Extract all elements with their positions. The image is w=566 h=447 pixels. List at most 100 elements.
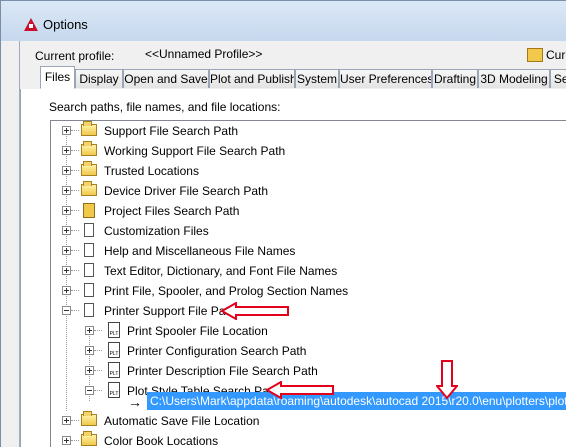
plot-icon: PLT xyxy=(108,342,120,358)
expand-icon[interactable] xyxy=(85,326,94,335)
current-profile-button-label[interactable]: Curr xyxy=(546,48,566,62)
tree-item-label: Customization Files xyxy=(104,224,209,238)
expand-icon[interactable] xyxy=(62,126,71,135)
folder-icon xyxy=(81,411,97,426)
tree-item-label: Color Book Locations xyxy=(104,434,219,447)
expand-icon[interactable] xyxy=(85,346,94,355)
window-title: Options xyxy=(43,17,88,32)
red-arrow-left-icon xyxy=(265,381,334,399)
tree-item-print-spooler-file-location[interactable]: PLT Print Spooler File Location xyxy=(51,321,566,341)
document-icon xyxy=(84,283,94,297)
folder-icon xyxy=(81,121,97,136)
tree-item-label: Trusted Locations xyxy=(104,164,199,178)
tree-connector xyxy=(94,330,102,332)
tree-connector xyxy=(71,130,79,132)
tab-strip: Files Display Open and Save Plot and Pub… xyxy=(20,66,566,90)
tab-user-preferences[interactable]: User Preferences xyxy=(339,69,432,88)
tree-item-label: Automatic Save File Location xyxy=(104,414,260,428)
current-profile-value: <<Unnamed Profile>> xyxy=(145,47,263,61)
tree-item-support-file-search-path[interactable]: Support File Search Path xyxy=(51,121,566,141)
expand-icon[interactable] xyxy=(62,146,71,155)
expand-icon[interactable] xyxy=(62,246,71,255)
expand-icon[interactable] xyxy=(62,166,71,175)
tree-connector xyxy=(71,310,79,312)
tree-item-printer-description-file-search-path[interactable]: PLT Printer Description File Search Path xyxy=(51,361,566,381)
plot-icon: PLT xyxy=(108,322,120,338)
document-icon xyxy=(84,223,94,237)
document-icon xyxy=(84,303,94,317)
expand-icon[interactable] xyxy=(62,416,71,425)
tree-item-printer-configuration-search-path[interactable]: PLT Printer Configuration Search Path xyxy=(51,341,566,361)
tree-item-working-support-file-search-path[interactable]: Working Support File Search Path xyxy=(51,141,566,161)
tree-connector xyxy=(71,250,79,252)
tree-item-label: Device Driver File Search Path xyxy=(104,184,269,198)
tree-item-automatic-save-file-location[interactable]: Automatic Save File Location xyxy=(51,411,566,431)
search-paths-label: Search paths, file names, and file locat… xyxy=(49,100,281,114)
tree-connector xyxy=(94,370,102,372)
tree-item-trusted-locations[interactable]: Trusted Locations xyxy=(51,161,566,181)
title-bar[interactable]: Options xyxy=(1,1,566,41)
tree-item-color-book-locations[interactable]: Color Book Locations xyxy=(51,431,566,447)
tree-item-label: Printer Configuration Search Path xyxy=(127,344,307,358)
arrow-icon: → xyxy=(128,394,142,410)
tree-item-help-and-miscellaneous-file-names[interactable]: Help and Miscellaneous File Names xyxy=(51,241,566,261)
tree-item-label: Printer Support File Path xyxy=(104,304,236,318)
tree-item-customization-files[interactable]: Customization Files xyxy=(51,221,566,241)
tree-connector xyxy=(71,170,79,172)
tree-item-label: Text Editor, Dictionary, and Font File N… xyxy=(104,264,338,278)
tree-item-label: Print Spooler File Location xyxy=(127,324,268,338)
tab-selection[interactable]: Sel xyxy=(550,69,566,88)
tree-item-label: Working Support File Search Path xyxy=(104,144,286,158)
expand-icon[interactable] xyxy=(85,366,94,375)
plot-icon: PLT xyxy=(108,382,120,398)
tree-item-label: Support File Search Path xyxy=(104,124,239,138)
folder-icon xyxy=(81,431,97,446)
folder-icon xyxy=(81,141,97,156)
expand-icon[interactable] xyxy=(62,286,71,295)
tree-item-printer-support-file-path[interactable]: Printer Support File Path xyxy=(51,301,566,321)
selected-path-value: C:\Users\Mark\appdata\roaming\autodesk\a… xyxy=(150,394,566,408)
tab-files[interactable]: Files xyxy=(40,66,75,89)
expand-icon[interactable] xyxy=(62,436,71,445)
autocad-icon xyxy=(24,18,38,31)
expand-icon[interactable] xyxy=(62,226,71,235)
tree-item-text-editor-dictionary-font-file-names[interactable]: Text Editor, Dictionary, and Font File N… xyxy=(51,261,566,281)
folder-icon xyxy=(81,161,97,176)
plot-icon: PLT xyxy=(108,362,120,378)
tree-connector xyxy=(71,270,79,272)
tree-connector xyxy=(71,290,79,292)
tree-connector xyxy=(71,420,79,422)
document-icon xyxy=(84,243,94,257)
tree-connector xyxy=(94,350,102,352)
tree-item-label: Printer Description File Search Path xyxy=(127,364,318,378)
expand-icon[interactable] xyxy=(62,266,71,275)
expand-icon[interactable] xyxy=(62,206,71,215)
tab-open-and-save[interactable]: Open and Save xyxy=(123,69,209,88)
red-arrow-left-icon xyxy=(220,302,289,320)
expand-icon[interactable] xyxy=(62,186,71,195)
red-arrow-down-icon xyxy=(436,360,458,400)
tree-connector xyxy=(94,390,102,392)
tree-connector xyxy=(71,190,79,192)
tab-plot-and-publish[interactable]: Plot and Publish xyxy=(209,69,295,88)
tree-connector xyxy=(71,210,79,212)
tree-connector xyxy=(71,150,79,152)
tab-drafting[interactable]: Drafting xyxy=(432,69,478,88)
folder-icon xyxy=(81,181,97,196)
document-icon xyxy=(84,263,94,277)
collapse-icon[interactable] xyxy=(85,386,94,395)
tree-item-print-file-spooler-prolog-section-names[interactable]: Print File, Spooler, and Prolog Section … xyxy=(51,281,566,301)
tree-item-project-files-search-path[interactable]: Project Files Search Path xyxy=(51,201,566,221)
tab-3d-modeling[interactable]: 3D Modeling xyxy=(478,69,550,88)
project-icon xyxy=(83,203,95,218)
tree-connector xyxy=(71,440,79,442)
tab-display[interactable]: Display xyxy=(75,69,123,88)
current-profile-label: Current profile: xyxy=(35,49,115,63)
tree-item-device-driver-file-search-path[interactable]: Device Driver File Search Path xyxy=(51,181,566,201)
collapse-icon[interactable] xyxy=(62,306,71,315)
selected-path-row[interactable]: C:\Users\Mark\appdata\roaming\autodesk\a… xyxy=(147,392,566,410)
profile-icon xyxy=(527,48,543,62)
tab-system[interactable]: System xyxy=(295,69,339,88)
options-window: Options Current profile: <<Unnamed Profi… xyxy=(0,0,566,447)
tree-item-label: Help and Miscellaneous File Names xyxy=(104,244,296,258)
